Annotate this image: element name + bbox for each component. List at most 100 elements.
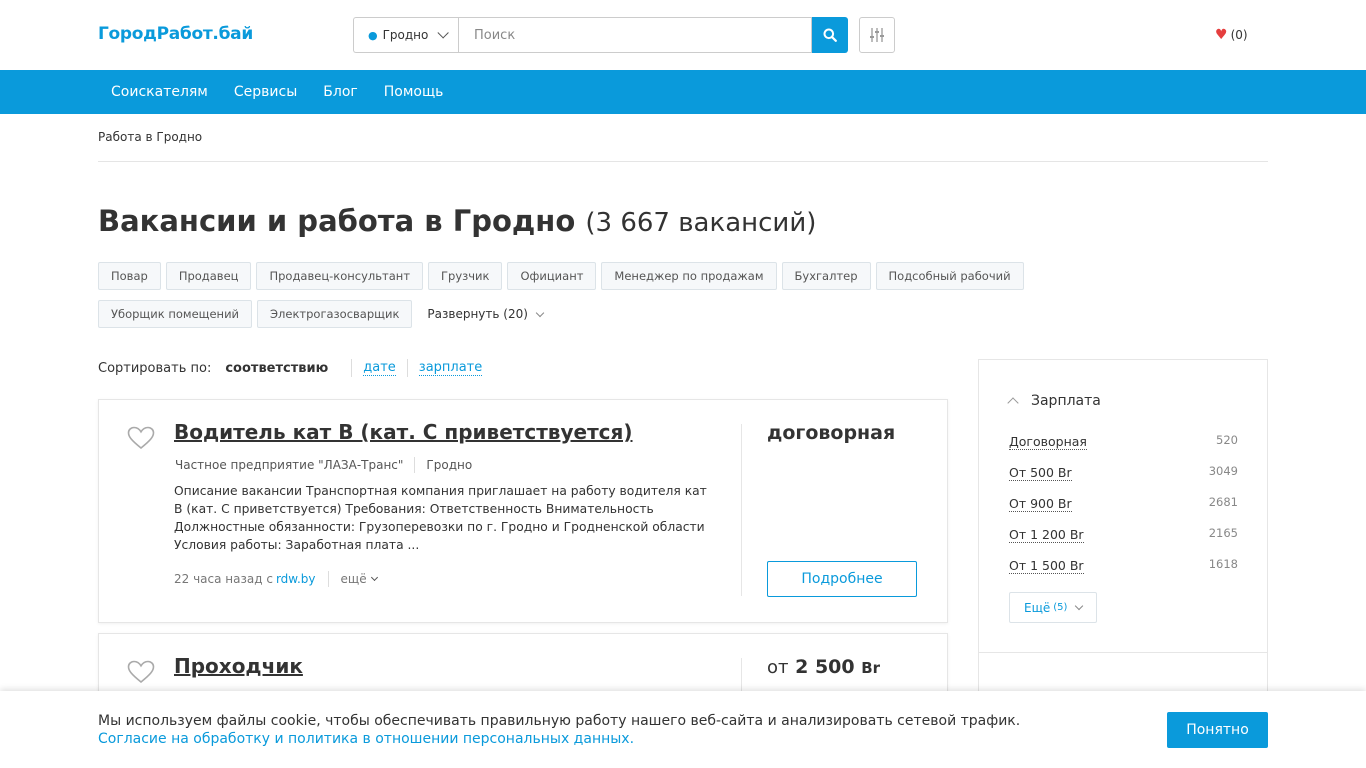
tag-item[interactable]: Продавец bbox=[165, 262, 252, 290]
main-nav: Соискателям Сервисы Блог Помощь bbox=[0, 70, 1366, 114]
tag-item[interactable]: Менеджер по продажам bbox=[601, 262, 777, 290]
divider bbox=[327, 571, 329, 587]
sort-salary[interactable]: зарплате bbox=[418, 360, 483, 376]
location-pin-icon: ● bbox=[368, 28, 378, 42]
vacancy-count: (3 667 вакансий) bbox=[585, 208, 817, 238]
nav-item-help[interactable]: Помощь bbox=[371, 84, 457, 100]
divider bbox=[406, 359, 408, 377]
expand-tags-label: Развернуть (20) bbox=[427, 307, 528, 321]
salary-filter-label[interactable]: От 500 Br bbox=[1009, 464, 1072, 481]
salary-currency: Br bbox=[861, 659, 881, 677]
vacancy-footer: 22 часа назад с rdw.by ещё bbox=[174, 571, 378, 587]
search-bar: ● Гродно bbox=[353, 17, 848, 53]
sort-date[interactable]: дате bbox=[363, 360, 396, 376]
vacancy-card: Водитель кат B (кат. C приветствуется) Ч… bbox=[98, 399, 948, 623]
salary-filter-item[interactable]: От 500 Br 3049 bbox=[1009, 464, 1238, 495]
company-name: Частное предприятие "ЛАЗА-Транс" bbox=[175, 458, 404, 472]
heart-outline-icon bbox=[127, 660, 155, 684]
cookie-message: Мы используем файлы cookie, чтобы обеспе… bbox=[98, 713, 1021, 729]
vacancy-title[interactable]: Водитель кат B (кат. C приветствуется) bbox=[174, 420, 633, 444]
salary-filter-label[interactable]: От 1 500 Br bbox=[1009, 557, 1084, 574]
salary-filter-title: Зарплата bbox=[1031, 393, 1101, 409]
divider bbox=[741, 424, 742, 596]
more-label: Ещё bbox=[1024, 600, 1051, 615]
tag-item[interactable]: Официант bbox=[507, 262, 597, 290]
nav-item-blog[interactable]: Блог bbox=[310, 84, 370, 100]
tag-item[interactable]: Подсобный рабочий bbox=[875, 262, 1024, 290]
salary-filter-item[interactable]: От 1 200 Br 2165 bbox=[1009, 526, 1238, 557]
vacancy-salary: договорная bbox=[767, 422, 896, 444]
tag-item[interactable]: Грузчик bbox=[428, 262, 503, 290]
vacancy-description: Описание вакансии Транспортная компания … bbox=[174, 484, 707, 552]
salary-filter-count: 520 bbox=[1216, 433, 1238, 447]
cookie-text-block: Мы используем файлы cookie, чтобы обеспе… bbox=[98, 712, 1020, 748]
nav-item-seekers[interactable]: Соискателям bbox=[98, 84, 221, 100]
chevron-up-icon bbox=[1007, 397, 1019, 409]
page-title: Вакансии и работа в Гродно (3 667 ваканс… bbox=[98, 204, 816, 238]
heart-icon: ♥ bbox=[1215, 27, 1228, 43]
tag-item[interactable]: Уборщик помещений bbox=[98, 300, 253, 328]
cookie-banner: Мы используем файлы cookie, чтобы обеспе… bbox=[0, 691, 1366, 768]
chevron-down-icon bbox=[437, 27, 450, 39]
profession-tags: Повар Продавец Продавец-консультант Груз… bbox=[98, 262, 1138, 328]
sort-label: Сортировать по: bbox=[98, 360, 212, 376]
vacancy-salary: от 2 500 Br bbox=[767, 656, 880, 678]
cookie-accept-button[interactable]: Понятно bbox=[1167, 712, 1268, 748]
details-button[interactable]: Подробнее bbox=[767, 561, 917, 597]
sliders-icon bbox=[870, 28, 884, 42]
chevron-down-icon bbox=[1075, 601, 1084, 611]
divider bbox=[414, 457, 416, 473]
header: ГородРабот.бай ● Гродно ♥ (0) bbox=[0, 0, 1366, 70]
tag-item[interactable]: Продавец-консультант bbox=[256, 262, 424, 290]
vacancy-title[interactable]: Проходчик bbox=[174, 654, 303, 678]
vacancy-meta: Частное предприятие "ЛАЗА-Транс" Гродно bbox=[175, 457, 472, 473]
tag-item[interactable]: Бухгалтер bbox=[781, 262, 871, 290]
search-icon bbox=[823, 28, 837, 42]
salary-filter-label[interactable]: Договорная bbox=[1009, 433, 1087, 450]
more-dropdown[interactable]: ещё bbox=[341, 572, 367, 586]
salary-filter-count: 3049 bbox=[1208, 464, 1238, 478]
favorites-count: (0) bbox=[1230, 28, 1248, 42]
salary-value: 2 500 bbox=[795, 656, 855, 678]
salary-more-button[interactable]: Ещё (5) bbox=[1009, 592, 1098, 623]
page-title-text: Вакансии и работа в Гродно bbox=[98, 204, 576, 238]
search-input[interactable] bbox=[458, 17, 812, 53]
site-logo[interactable]: ГородРабот.бай bbox=[98, 24, 253, 44]
salary-filter-label[interactable]: От 900 Br bbox=[1009, 495, 1072, 512]
sort-bar: Сортировать по: соответствию дате зарпла… bbox=[98, 358, 483, 378]
privacy-policy-link[interactable]: Согласие на обработку и политика в отнош… bbox=[98, 730, 1020, 748]
nav-item-services[interactable]: Сервисы bbox=[221, 84, 310, 100]
salary-filter-count: 1618 bbox=[1208, 557, 1238, 571]
chevron-down-icon bbox=[535, 308, 545, 317]
more-count: (5) bbox=[1053, 602, 1068, 613]
expand-tags-button[interactable]: Развернуть (20) bbox=[427, 300, 545, 328]
filters-button[interactable] bbox=[859, 17, 895, 53]
search-button[interactable] bbox=[812, 17, 848, 53]
divider bbox=[351, 359, 353, 377]
favorite-toggle[interactable] bbox=[127, 660, 155, 688]
salary-filter-item[interactable]: Договорная 520 bbox=[1009, 433, 1238, 464]
tag-item[interactable]: Электрогазосварщик bbox=[257, 300, 413, 328]
salary-from: от bbox=[767, 657, 789, 678]
favorite-toggle[interactable] bbox=[127, 426, 155, 454]
salary-filter-count: 2165 bbox=[1208, 526, 1238, 540]
city-select-value: Гродно bbox=[382, 28, 429, 42]
salary-filter-item[interactable]: От 900 Br 2681 bbox=[1009, 495, 1238, 526]
salary-filter-count: 2681 bbox=[1208, 495, 1238, 509]
favorites-link[interactable]: ♥ (0) bbox=[1215, 27, 1248, 43]
salary-filter-header[interactable]: Зарплата bbox=[1007, 393, 1101, 409]
sort-relevance[interactable]: соответствию bbox=[225, 361, 340, 376]
city-select[interactable]: ● Гродно bbox=[353, 17, 458, 53]
salary-filter-item[interactable]: От 1 500 Br 1618 bbox=[1009, 557, 1238, 588]
salary-filter-label[interactable]: От 1 200 Br bbox=[1009, 526, 1084, 543]
tag-item[interactable]: Повар bbox=[98, 262, 161, 290]
divider bbox=[979, 652, 1267, 653]
vacancy-city: Гродно bbox=[426, 458, 473, 472]
source-link[interactable]: rdw.by bbox=[276, 572, 316, 586]
heart-outline-icon bbox=[127, 426, 155, 450]
breadcrumb[interactable]: Работа в Гродно bbox=[98, 130, 202, 144]
divider bbox=[98, 161, 1268, 162]
salary-filter-list: Договорная 520 От 500 Br 3049 От 900 Br … bbox=[1009, 433, 1238, 588]
chevron-down-icon bbox=[370, 573, 378, 582]
posted-time: 22 часа назад с bbox=[174, 572, 273, 586]
